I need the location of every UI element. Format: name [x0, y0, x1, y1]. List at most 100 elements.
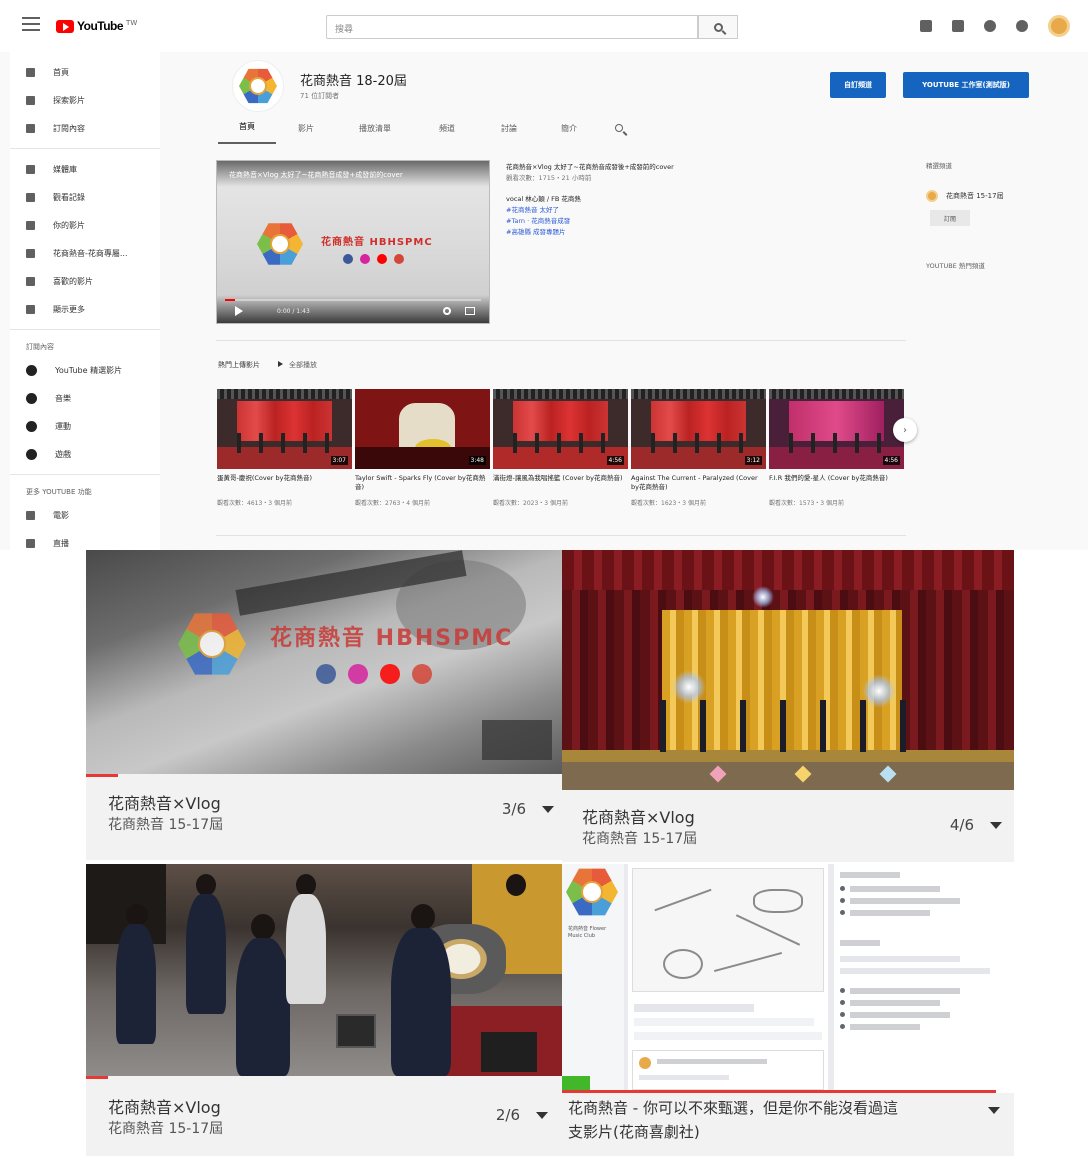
home-icon	[26, 67, 35, 77]
video-caption: 花商熱音×Vlog 花商熱音 15-17屆 3/6	[86, 774, 562, 860]
subscriptions-icon	[26, 123, 35, 133]
chevron-down-icon[interactable]	[536, 1112, 548, 1119]
video-thumbnail[interactable]: 3:07	[217, 389, 352, 469]
library-icon	[26, 164, 35, 174]
notifications-bell-icon[interactable]	[1016, 20, 1028, 32]
video-card[interactable]: 4:56 滿街燈-讓風為我唱搖籃 (Cover by花商熱音) 觀看次數：202…	[493, 389, 628, 507]
tab-playlists[interactable]: 播放清單	[336, 123, 414, 144]
messages-icon[interactable]	[984, 20, 996, 32]
video-title[interactable]: 滿街燈-讓風為我唱搖籃 (Cover by花商熱音)	[493, 474, 628, 494]
video-card-2[interactable]: 花商熱音×Vlog 花商熱音 15-17屆 4/6	[562, 550, 1014, 862]
sidebar-item-library[interactable]: 媒體庫	[10, 155, 160, 183]
video-title[interactable]: 花商熱音×Vlog	[582, 804, 695, 828]
search-input[interactable]: 搜尋	[326, 15, 698, 39]
play-icon[interactable]	[235, 306, 243, 316]
video-card[interactable]: 3:07 蛋黃哥-慶祝(Cover by花商熱音) 觀看次數：4613・3 個月…	[217, 389, 352, 507]
tab-home[interactable]: 首頁	[218, 121, 276, 144]
subscribe-button[interactable]: 訂閱	[930, 210, 970, 226]
channel-avatar-icon	[26, 364, 37, 376]
hashtag-link[interactable]: #高雄縣 成發專題片	[506, 227, 766, 238]
sidebar-item-show-more[interactable]: 顯示更多	[10, 295, 160, 323]
video-thumbnail[interactable]: 3:48	[355, 389, 490, 469]
video-title[interactable]: Taylor Swift - Sparks Fly (Cover by花商熱音)	[355, 474, 490, 494]
settings-gear-icon[interactable]	[443, 307, 451, 315]
hashtag-link[interactable]: #花商熱音 太好了	[506, 205, 766, 216]
play-all-button[interactable]: 全部播放	[278, 360, 317, 370]
sidebar-item-label: 花商熱音-花商專屬...	[53, 248, 128, 258]
video-title[interactable]: F.I.R 我們的愛-星人 (Cover by花商熱音)	[769, 474, 904, 494]
video-title[interactable]: 蛋黃哥-慶祝(Cover by花商熱音)	[217, 474, 352, 494]
featured-video-title[interactable]: 花商熱音×Vlog 太好了~花商熱音成發後+成發前的cover	[506, 162, 766, 173]
sidebar-item-explore[interactable]: 探索影片	[10, 86, 160, 114]
club-logo	[178, 610, 246, 678]
featured-channel[interactable]: 花商熱音 15-17屆	[926, 190, 1076, 202]
apps-grid-icon[interactable]	[952, 20, 964, 32]
sports-icon	[26, 420, 37, 432]
fullscreen-icon[interactable]	[465, 307, 475, 315]
video-title[interactable]: 花商熱音×Vlog	[108, 1094, 221, 1118]
video-card[interactable]: 3:48 Taylor Swift - Sparks Fly (Cover by…	[355, 389, 490, 507]
video-title[interactable]: Against The Current - Paralyzed (Cover b…	[631, 474, 766, 494]
chevron-down-icon[interactable]	[542, 806, 554, 813]
tab-discussion[interactable]: 討論	[480, 123, 538, 144]
chevron-down-icon[interactable]	[990, 822, 1002, 829]
sidebar-item-liked[interactable]: 喜歡的影片	[10, 267, 160, 295]
video-card[interactable]: 3:12 Against The Current - Paralyzed (Co…	[631, 389, 766, 507]
sidebar-item-subscriptions[interactable]: 訂閱內容	[10, 114, 160, 142]
social-icons	[343, 254, 404, 264]
youtube-studio-button[interactable]: YOUTUBE 工作室(測試版)	[903, 72, 1029, 98]
sidebar-item-playlist[interactable]: 花商熱音-花商專屬...	[10, 239, 160, 267]
video-title-line2[interactable]: 支影片(花商喜劇社)	[568, 1121, 700, 1142]
sidebar-more-movies[interactable]: 電影	[10, 501, 160, 529]
video-card[interactable]: 4:56 F.I.R 我們的愛-星人 (Cover by花商熱音) 觀看次數：1…	[769, 389, 904, 507]
video-meta: 觀看次數：4613・3 個月前	[217, 500, 292, 507]
sidebar-item-label: 你的影片	[53, 220, 85, 230]
sidebar-sub-gaming[interactable]: 遊戲	[10, 440, 160, 468]
featured-video-player[interactable]: 花商熱音×Vlog 太好了~花商熱音成發+成發前的cover 花商熱音 HBHS…	[216, 160, 490, 324]
hashtag-link[interactable]: #Tarn · 花商熱音成發	[506, 216, 766, 227]
sidebar-item-your-videos[interactable]: 你的影片	[10, 211, 160, 239]
channel-name[interactable]: 花商熱音 15-17屆	[108, 1118, 223, 1138]
logo-country: TW	[126, 19, 138, 27]
search-button[interactable]	[698, 15, 738, 39]
sidebar-sub-music[interactable]: 音樂	[10, 384, 160, 412]
video-thumbnail[interactable]	[562, 550, 1014, 790]
chevron-down-icon[interactable]	[988, 1107, 1000, 1114]
video-thumbnail[interactable]: 3:12	[631, 389, 766, 469]
sidebar-more-live[interactable]: 直播	[10, 529, 160, 550]
shelf-next-button[interactable]: ›	[893, 418, 917, 442]
video-meta: 觀看次數：1573・3 個月前	[769, 500, 844, 507]
channel-search-button[interactable]	[615, 124, 623, 132]
hamburger-menu-icon[interactable]	[22, 17, 40, 33]
video-title[interactable]: 花商熱音×Vlog	[108, 790, 221, 814]
youtube-logo[interactable]: YouTube TW	[56, 19, 137, 33]
tab-channels[interactable]: 頻道	[414, 123, 480, 144]
sidebar-item-history[interactable]: 觀看記錄	[10, 183, 160, 211]
tab-videos[interactable]: 影片	[276, 123, 336, 144]
video-card-4[interactable]: 花商熱音 Flower Music Club 花商熱音 - 你可以不來甄選，但是…	[562, 864, 1014, 1156]
video-title[interactable]: 花商熱音 - 你可以不來甄選，但是你不能沒看過這	[568, 1097, 898, 1118]
sidebar-sub-sports[interactable]: 運動	[10, 412, 160, 440]
account-avatar[interactable]	[1048, 15, 1070, 37]
video-thumbnail[interactable]: 花商熱音 HBHSPMC	[86, 550, 562, 774]
channel-name[interactable]: 花商熱音 15-17屆	[108, 814, 223, 834]
video-card-1[interactable]: 花商熱音 HBHSPMC 花商熱音×Vlog 花商熱音 15-17屆 3/6	[86, 550, 562, 860]
customize-channel-button[interactable]: 自訂頻道	[830, 72, 886, 98]
video-card-3[interactable]: 花商熱音×Vlog 花商熱音 15-17屆 2/6	[86, 864, 562, 1156]
sidebar-item-home[interactable]: 首頁	[10, 58, 160, 86]
sidebar-item-label: 觀看記錄	[53, 192, 85, 202]
video-thumbnail[interactable]: 4:56	[493, 389, 628, 469]
shelf-title[interactable]: 熱門上傳影片	[218, 360, 260, 370]
create-video-icon[interactable]	[920, 20, 932, 32]
tab-about[interactable]: 簡介	[538, 123, 600, 144]
video-thumbnail[interactable]: 4:56	[769, 389, 904, 469]
sidebar-sub-featured[interactable]: YouTube 精選影片	[10, 356, 160, 384]
explore-icon	[26, 95, 35, 105]
poster-sketch	[632, 868, 824, 992]
video-thumbnail[interactable]	[86, 864, 562, 1076]
progress-bar[interactable]	[225, 299, 481, 301]
featured-channels-header: 精選頻道	[926, 162, 952, 170]
instagram-icon	[348, 664, 368, 684]
video-thumbnail[interactable]: 花商熱音 Flower Music Club	[562, 864, 1014, 1090]
channel-name[interactable]: 花商熱音 15-17屆	[582, 828, 697, 848]
